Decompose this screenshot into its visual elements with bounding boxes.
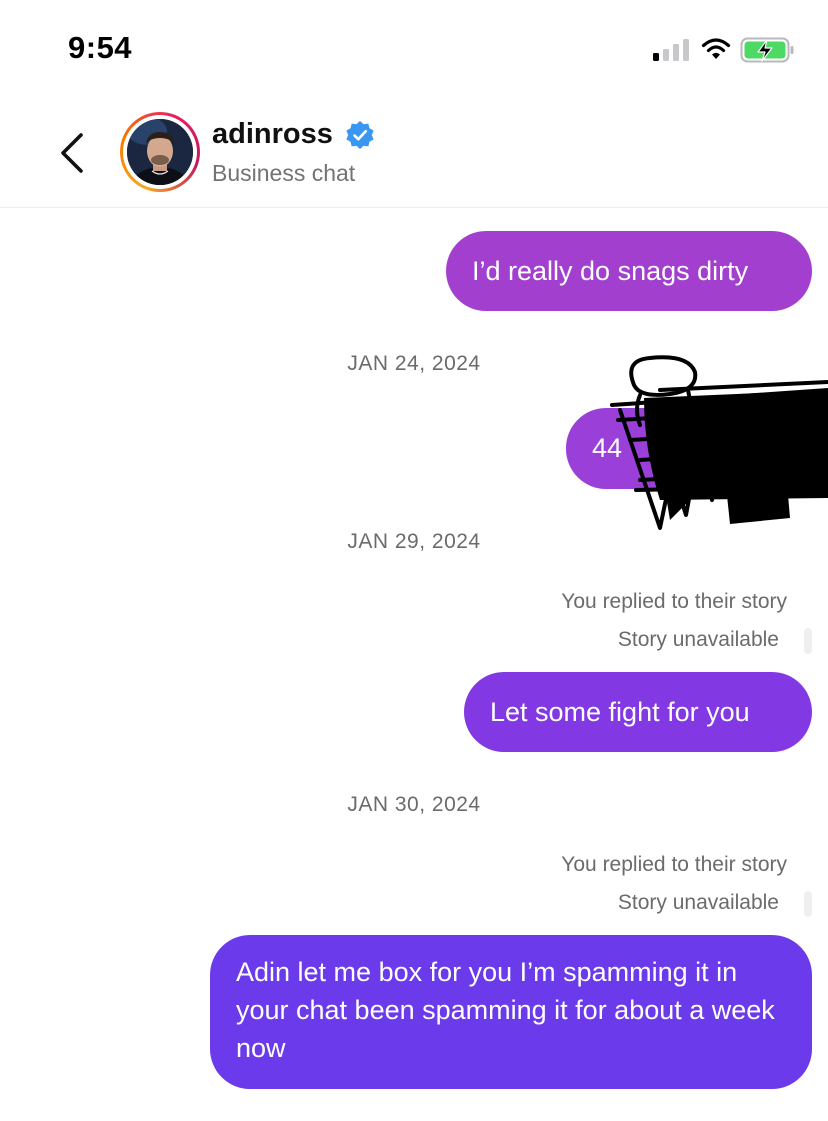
battery-charging-icon — [740, 37, 794, 63]
status-time: 9:54 — [68, 30, 133, 65]
story-unavailable-1[interactable]: Story unavailable — [618, 628, 779, 652]
message-bubble-4[interactable]: Adin let me box for you I’m spamming it … — [210, 935, 812, 1089]
message-bubble-3[interactable]: Let some fight for you — [464, 672, 812, 752]
wifi-icon — [701, 38, 731, 59]
date-separator-3: JAN 30, 2024 — [347, 793, 481, 816]
story-reply-bar-1 — [804, 628, 812, 654]
chat-header: adinross Business chat — [0, 100, 828, 211]
story-unavailable-2[interactable]: Story unavailable — [618, 891, 779, 915]
verified-badge-icon — [346, 121, 374, 149]
back-button[interactable] — [52, 128, 92, 178]
story-reply-note-1: You replied to their story — [561, 590, 787, 613]
chat-subtitle: Business chat — [212, 160, 356, 186]
message-bubble-1[interactable]: I’d really do snags dirty — [446, 231, 812, 311]
status-bar: 9:54 — [0, 0, 828, 100]
avatar-story-ring[interactable] — [120, 112, 200, 211]
cellular-signal-icon — [653, 39, 689, 61]
redaction-scribble — [610, 355, 828, 530]
story-reply-note-2: You replied to their story — [561, 853, 787, 876]
avatar — [127, 117, 193, 211]
story-reply-bar-2 — [804, 891, 812, 917]
date-separator-2: JAN 29, 2024 — [347, 530, 481, 553]
chat-username[interactable]: adinross — [212, 118, 333, 151]
